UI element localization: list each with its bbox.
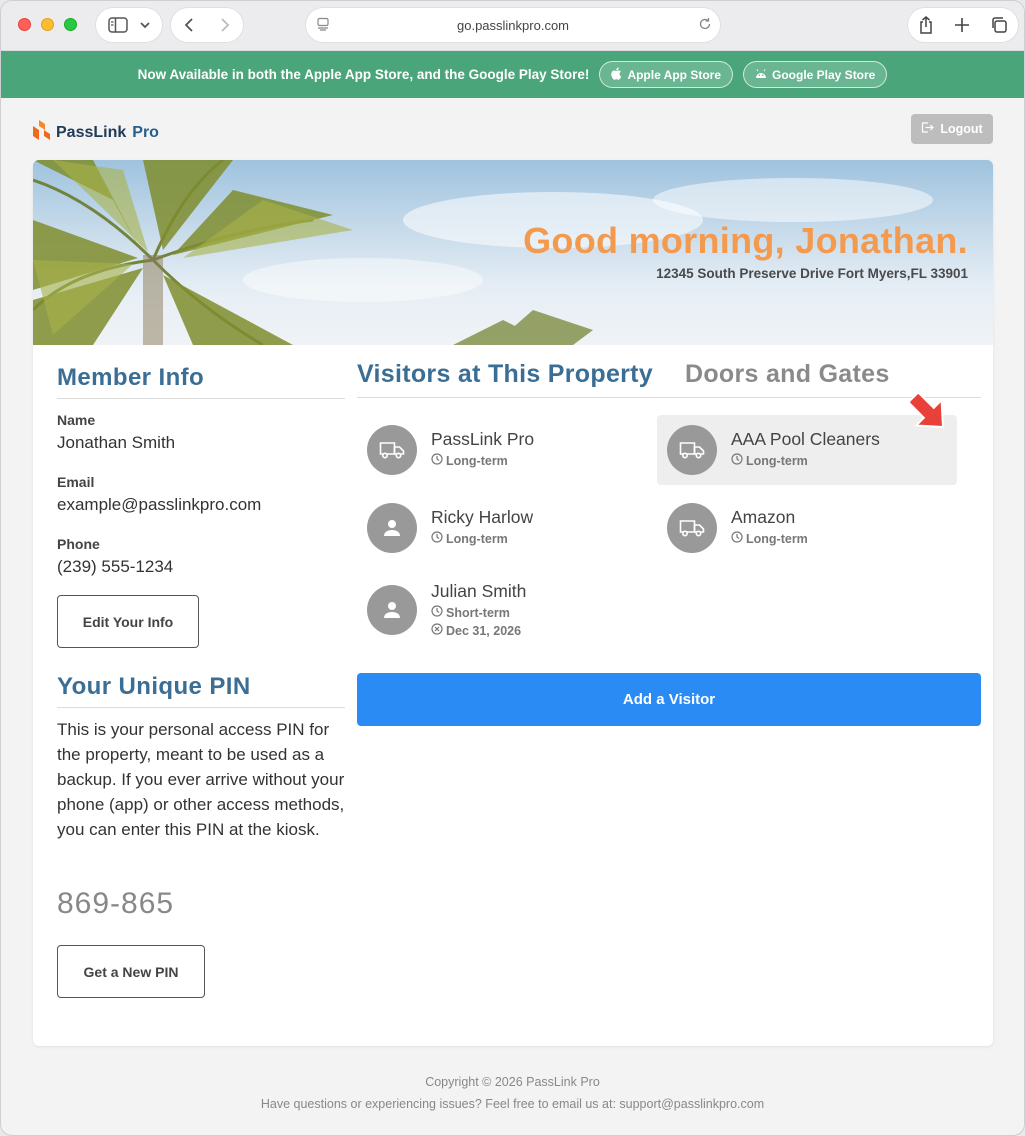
google-play-store-button[interactable]: Google Play Store	[743, 61, 888, 88]
visitor-term-label: Long-term	[746, 531, 808, 546]
clock-icon	[431, 605, 443, 620]
greeting-heading: Good morning, Jonathan.	[523, 220, 968, 261]
android-icon	[755, 68, 767, 82]
close-window-button[interactable]	[18, 18, 31, 31]
dashboard-card: Good morning, Jonathan. 12345 South Pres…	[33, 160, 993, 1046]
phone-value: (239) 555-1234	[57, 557, 174, 576]
browser-toolbar: go.passlinkpro.com	[1, 1, 1024, 51]
unique-pin-heading: Your Unique PIN	[57, 673, 251, 700]
person-icon	[367, 503, 417, 553]
pointer-arrow-icon	[908, 392, 944, 428]
logout-button[interactable]: Logout	[911, 114, 993, 144]
email-value: example@passlinkpro.com	[57, 495, 262, 514]
visitor-term: Long-term	[731, 531, 808, 546]
zoom-window-button[interactable]	[64, 18, 77, 31]
apple-store-label: Apple App Store	[627, 67, 721, 82]
member-info-heading: Member Info	[57, 364, 205, 391]
apple-icon	[611, 67, 622, 83]
truck-icon	[667, 503, 717, 553]
forward-arrow-icon[interactable]	[219, 17, 231, 33]
support-email-link[interactable]: support@passlinkpro.com	[619, 1097, 764, 1111]
name-label: Name	[57, 412, 96, 428]
truck-icon	[367, 425, 417, 475]
pin-value: 869-865	[57, 887, 175, 920]
banner-text: Now Available in both the Apple App Stor…	[137, 67, 590, 82]
property-address: 12345 South Preserve Drive Fort Myers,FL…	[656, 266, 968, 281]
apple-app-store-button[interactable]: Apple App Store	[599, 61, 733, 88]
chevron-down-icon[interactable]	[139, 21, 151, 29]
visitor-term: Long-term	[731, 453, 808, 468]
page-menu-icon[interactable]	[316, 17, 330, 31]
new-tab-icon[interactable]	[954, 17, 970, 33]
name-value: Jonathan Smith	[57, 433, 176, 452]
email-label: Email	[57, 474, 95, 490]
tabs-divider	[357, 397, 981, 398]
visitor-expiry: Dec 31, 2026	[431, 623, 521, 638]
visitor-name: Amazon	[731, 507, 796, 527]
url-text: go.passlinkpro.com	[457, 17, 569, 33]
visitor-name: Julian Smith	[431, 581, 527, 601]
address-bar[interactable]: go.passlinkpro.com	[306, 8, 720, 42]
visitor-card-passlink-pro[interactable]: PassLink Pro Long-term	[357, 415, 657, 485]
visitor-term-label: Long-term	[746, 453, 808, 468]
edit-info-button[interactable]: Edit Your Info	[57, 595, 199, 648]
clock-icon	[431, 531, 443, 546]
browser-window: go.passlinkpro.com Now Available in both…	[0, 0, 1025, 1136]
pin-description: This is your personal access PIN for the…	[57, 720, 345, 839]
sidebar-icon[interactable]	[107, 17, 128, 33]
reload-icon[interactable]	[698, 17, 712, 31]
visitor-name: AAA Pool Cleaners	[731, 429, 880, 449]
clock-icon	[731, 453, 743, 468]
phone-label: Phone	[57, 536, 100, 552]
clock-icon	[731, 531, 743, 546]
visitor-term-label: Long-term	[446, 531, 508, 546]
expiry-x-icon	[431, 623, 443, 638]
logout-label: Logout	[940, 122, 983, 136]
logo-brand-text: PassLink	[56, 123, 127, 141]
minimize-window-button[interactable]	[41, 18, 54, 31]
pin-divider	[57, 707, 345, 708]
visitor-term: Long-term	[431, 453, 508, 468]
share-icon[interactable]	[918, 16, 934, 34]
back-arrow-icon[interactable]	[183, 17, 195, 33]
visitor-card-amazon[interactable]: Amazon Long-term	[657, 493, 957, 563]
google-store-label: Google Play Store	[772, 67, 876, 82]
passlink-logo-icon	[33, 120, 50, 145]
hero-banner: Good morning, Jonathan. 12345 South Pres…	[33, 160, 993, 345]
truck-icon	[667, 425, 717, 475]
clock-icon	[431, 453, 443, 468]
history-navigation	[171, 8, 243, 42]
logo-pro-text: Pro	[132, 123, 159, 141]
visitor-name: PassLink Pro	[431, 429, 535, 449]
passlink-logo[interactable]: PassLink Pro	[33, 120, 159, 145]
tab-doors-and-gates[interactable]: Doors and Gates	[685, 360, 890, 389]
visitor-term-label: Long-term	[446, 453, 508, 468]
tab-overview-icon[interactable]	[990, 16, 1008, 34]
app-store-banner: Now Available in both the Apple App Stor…	[1, 51, 1024, 98]
visitor-card-ricky-harlow[interactable]: Ricky Harlow Long-term	[357, 493, 657, 563]
member-info-divider	[57, 398, 345, 399]
visitor-term: Short-term	[431, 605, 510, 620]
sidebar-toggle-group	[96, 8, 162, 42]
get-new-pin-button[interactable]: Get a New PIN	[57, 945, 205, 998]
tab-visitors[interactable]: Visitors at This Property	[357, 360, 653, 389]
visitor-term-label: Short-term	[446, 605, 510, 620]
visitor-expiry-date: Dec 31, 2026	[446, 623, 522, 638]
logout-icon	[921, 122, 935, 136]
support-line: Have questions or experiencing issues? F…	[1, 1097, 1024, 1111]
add-visitor-button[interactable]: Add a Visitor	[357, 673, 981, 726]
visitor-name: Ricky Harlow	[431, 507, 534, 527]
browser-actions	[908, 8, 1018, 42]
visitor-card-julian-smith[interactable]: Julian Smith Short-term Dec 31, 2026	[357, 575, 657, 645]
person-icon	[367, 585, 417, 635]
copyright-text: Copyright © 2026 PassLink Pro	[425, 1075, 600, 1089]
support-prefix: Have questions or experiencing issues? F…	[260, 1097, 620, 1111]
visitor-term: Long-term	[431, 531, 508, 546]
